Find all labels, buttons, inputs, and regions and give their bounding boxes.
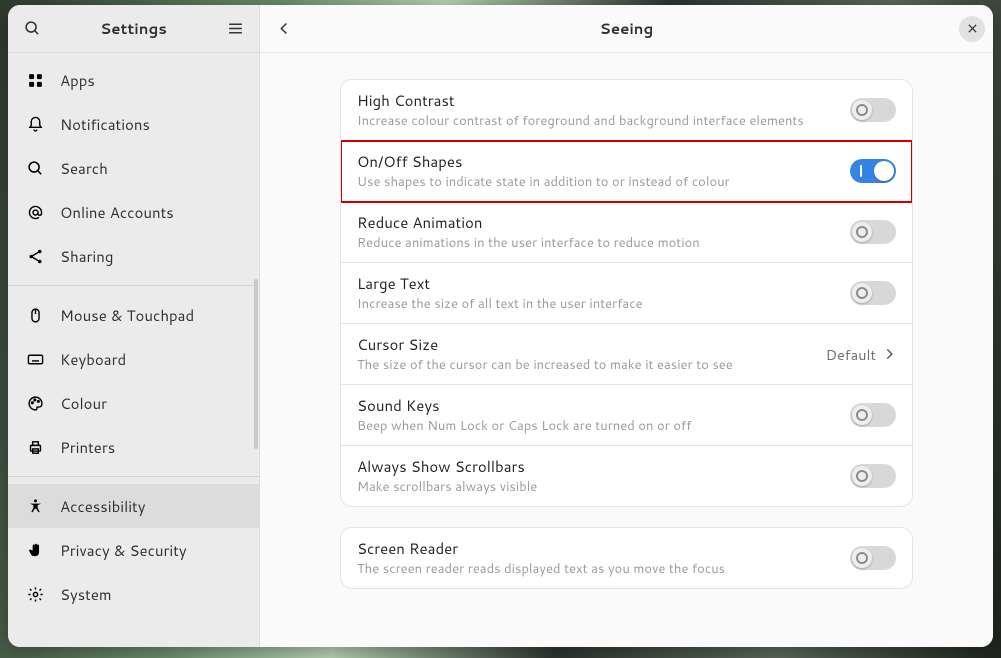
setting-description: Reduce animations in the user interface … — [357, 234, 700, 252]
setting-description: Use shapes to indicate state in addition… — [357, 173, 730, 191]
sidebar-item-label: Colour — [60, 393, 107, 414]
setting-row-screen-reader: Screen ReaderThe screen reader reads dis… — [341, 528, 912, 588]
sidebar-item-online-accounts[interactable]: Online Accounts — [8, 190, 259, 234]
page-title: Seeing — [600, 18, 654, 39]
sidebar-item-keyboard[interactable]: Keyboard — [8, 337, 259, 381]
toggle-screen-reader[interactable] — [850, 546, 896, 570]
sidebar: Settings Apps Notifications Search Online A… — [8, 5, 260, 647]
mouse-icon — [26, 306, 44, 324]
setting-row-on-off-shapes: On/Off ShapesUse shapes to indicate stat… — [341, 141, 912, 202]
at-icon — [26, 203, 44, 221]
settings-group: Screen ReaderThe screen reader reads dis… — [340, 527, 913, 589]
sidebar-title: Settings — [48, 18, 219, 39]
sidebar-item-label: Apps — [60, 70, 95, 91]
setting-value: Default — [826, 344, 896, 365]
setting-title: Large Text — [357, 273, 643, 294]
sidebar-item-system[interactable]: System — [8, 572, 259, 616]
setting-row-cursor-size[interactable]: Cursor SizeThe size of the cursor can be… — [341, 324, 912, 385]
settings-window: Settings Apps Notifications Search Online A… — [8, 5, 993, 647]
setting-row-large-text: Large TextIncrease the size of all text … — [341, 263, 912, 324]
sidebar-item-mouse-touchpad[interactable]: Mouse & Touchpad — [8, 293, 259, 337]
sidebar-item-printers[interactable]: Printers — [8, 425, 259, 469]
back-button[interactable] — [268, 13, 300, 45]
sidebar-item-label: Search — [60, 158, 108, 179]
sidebar-header: Settings — [8, 5, 259, 53]
setting-row-sound-keys: Sound KeysBeep when Num Lock or Caps Loc… — [341, 385, 912, 446]
share-icon — [26, 247, 44, 265]
close-button[interactable] — [959, 16, 985, 42]
sidebar-item-search[interactable]: Search — [8, 146, 259, 190]
palette-icon — [26, 394, 44, 412]
gear-icon — [26, 585, 44, 603]
setting-title: High Contrast — [357, 90, 804, 111]
sidebar-item-label: Sharing — [60, 246, 113, 267]
sidebar-item-apps[interactable]: Apps — [8, 58, 259, 102]
toggle-large-text[interactable] — [850, 281, 896, 305]
sidebar-item-label: Mouse & Touchpad — [60, 305, 194, 326]
toggle-reduce-animation[interactable] — [850, 220, 896, 244]
sidebar-item-privacy-security[interactable]: Privacy & Security — [8, 528, 259, 572]
setting-description: Beep when Num Lock or Caps Lock are turn… — [357, 417, 691, 435]
setting-description: Make scrollbars always visible — [357, 478, 537, 496]
printer-icon — [26, 438, 44, 456]
sidebar-item-accessibility[interactable]: Accessibility — [8, 484, 259, 528]
setting-row-always-show-scrollbars: Always Show ScrollbarsMake scrollbars al… — [341, 446, 912, 506]
toggle-high-contrast[interactable] — [850, 98, 896, 122]
setting-title: Sound Keys — [357, 395, 691, 416]
setting-title: On/Off Shapes — [357, 151, 730, 172]
sidebar-item-colour[interactable]: Colour — [8, 381, 259, 425]
toggle-sound-keys[interactable] — [850, 403, 896, 427]
search-icon[interactable] — [16, 13, 48, 45]
settings-content: High ContrastIncrease colour contrast of… — [260, 53, 993, 647]
sidebar-item-sharing[interactable]: Sharing — [8, 234, 259, 278]
toggle-always-show-scrollbars[interactable] — [850, 464, 896, 488]
bell-icon — [26, 115, 44, 133]
accessibility-icon — [26, 497, 44, 515]
sidebar-item-label: Notifications — [60, 114, 150, 135]
main-header: Seeing — [260, 5, 993, 53]
hand-icon — [26, 541, 44, 559]
apps-icon — [26, 71, 44, 89]
sidebar-item-label: System — [60, 584, 112, 605]
setting-title: Screen Reader — [357, 538, 725, 559]
keyboard-icon — [26, 350, 44, 368]
sidebar-item-label: Printers — [60, 437, 115, 458]
toggle-on-off-shapes[interactable] — [850, 159, 896, 183]
setting-description: The size of the cursor can be increased … — [357, 356, 733, 374]
search-icon — [26, 159, 44, 177]
setting-description: Increase colour contrast of foreground a… — [357, 112, 804, 130]
sidebar-item-label: Privacy & Security — [60, 540, 187, 561]
sidebar-item-label: Online Accounts — [60, 202, 174, 223]
setting-row-high-contrast: High ContrastIncrease colour contrast of… — [341, 80, 912, 141]
chevron-right-icon — [882, 347, 896, 361]
sidebar-list[interactable]: Apps Notifications Search Online Accounts Sh… — [8, 53, 259, 647]
setting-title: Cursor Size — [357, 334, 733, 355]
setting-row-reduce-animation: Reduce AnimationReduce animations in the… — [341, 202, 912, 263]
setting-title: Always Show Scrollbars — [357, 456, 537, 477]
setting-description: The screen reader reads displayed text a… — [357, 560, 725, 578]
setting-description: Increase the size of all text in the use… — [357, 295, 643, 313]
main-panel: Seeing High ContrastIncrease colour cont… — [260, 5, 993, 647]
settings-group: High ContrastIncrease colour contrast of… — [340, 79, 913, 507]
setting-title: Reduce Animation — [357, 212, 700, 233]
hamburger-menu-icon[interactable] — [219, 13, 251, 45]
sidebar-item-label: Keyboard — [60, 349, 126, 370]
sidebar-item-label: Accessibility — [60, 496, 146, 517]
sidebar-item-notifications[interactable]: Notifications — [8, 102, 259, 146]
